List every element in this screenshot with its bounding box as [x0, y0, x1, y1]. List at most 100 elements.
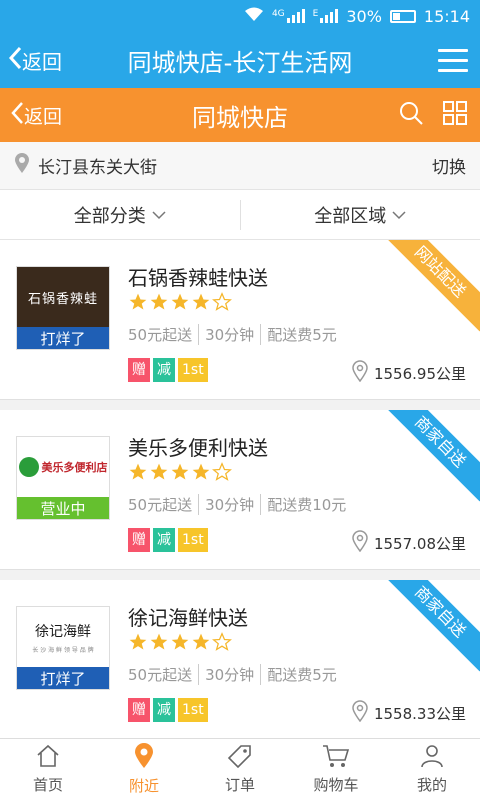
- shop-card[interactable]: 石锅香辣蛙 打烊了 石锅香辣蛙快送 50元起送 30分钟 配送费5元 赠 减 1…: [0, 240, 480, 400]
- shop-card[interactable]: 美乐多便利店 营业中 美乐多便利快送 50元起送 30分钟 配送费10元 赠 减…: [0, 410, 480, 570]
- tag-icon: [227, 744, 253, 772]
- shop-name: 徐记海鲜快送: [128, 606, 248, 630]
- nav-cart-label: 购物车: [313, 776, 359, 794]
- storefront-image: 石锅香辣蛙: [17, 267, 109, 327]
- delivery-type-ribbon: 商家自送: [380, 410, 480, 502]
- top-bar: 返回 同城快店-长汀生活网: [0, 32, 480, 88]
- nav-me-label: 我的: [416, 776, 447, 794]
- shop-logo-image: 徐记海鲜 长 沙 海 鲜 领 导 品 牌: [17, 607, 109, 667]
- wifi-icon: [244, 6, 264, 26]
- delivery-type-ribbon: 商家自送: [380, 580, 480, 672]
- rating-stars: [128, 632, 232, 656]
- signal-icon-2: E: [313, 9, 339, 23]
- delivery-type-ribbon: 网站配送: [380, 240, 480, 332]
- shop-status-badge: 打烊了: [17, 667, 109, 689]
- top-back-button[interactable]: 返回: [0, 46, 90, 75]
- star-empty-icon: [212, 462, 232, 486]
- star-filled-icon: [128, 292, 148, 316]
- tag-first-order: 1st: [178, 528, 208, 552]
- location-pin-icon: [352, 700, 368, 726]
- category-filter[interactable]: 全部分类: [0, 202, 240, 228]
- promo-tags: 赠 减 1st: [128, 528, 208, 552]
- shop-logo: 美乐多便利店 营业中: [16, 436, 110, 520]
- delivery-time: 30分钟: [199, 324, 262, 345]
- nav-me[interactable]: 我的: [384, 739, 480, 800]
- nav-orders[interactable]: 订单: [192, 739, 288, 800]
- filter-bar: 全部分类 全部区域: [0, 190, 480, 240]
- nav-nearby-label: 附近: [128, 777, 159, 795]
- status-bar: 4G E 30% 15:14: [0, 0, 480, 32]
- shop-meta: 50元起送 30分钟 配送费10元: [128, 494, 352, 515]
- star-filled-icon: [128, 462, 148, 486]
- tag-discount: 减: [153, 698, 175, 722]
- nav-home-label: 首页: [32, 776, 63, 794]
- top-back-label: 返回: [22, 49, 62, 74]
- distance-value: 1557.08公里: [373, 534, 466, 553]
- nav-cart[interactable]: 购物车: [288, 739, 384, 800]
- network-type-e: E: [312, 9, 319, 19]
- delivery-fee: 配送费5元: [267, 666, 337, 684]
- star-empty-icon: [212, 632, 232, 656]
- nav-nearby[interactable]: 附近: [96, 739, 192, 800]
- tag-first-order: 1st: [178, 358, 208, 382]
- delivery-time: 30分钟: [199, 494, 262, 515]
- promo-tags: 赠 减 1st: [128, 698, 208, 722]
- category-filter-label: 全部分类: [73, 205, 146, 227]
- star-filled-icon: [191, 632, 211, 656]
- sub-header-bar: 返回 同城快店: [0, 88, 480, 142]
- star-empty-icon: [212, 292, 232, 316]
- rating-stars: [128, 292, 232, 316]
- grid-view-icon[interactable]: [442, 100, 468, 130]
- shop-meta: 50元起送 30分钟 配送费5元: [128, 324, 343, 345]
- star-filled-icon: [128, 632, 148, 656]
- cart-icon: [322, 744, 350, 772]
- leaf-logo-icon: [18, 457, 39, 477]
- rating-stars: [128, 462, 232, 486]
- star-filled-icon: [149, 292, 169, 316]
- nav-orders-label: 订单: [224, 776, 255, 794]
- signal-icon: 4G: [272, 9, 305, 23]
- shop-logo-image: 美乐多便利店: [17, 437, 109, 497]
- chevron-down-icon: [152, 204, 166, 225]
- sub-back-button[interactable]: 返回: [0, 101, 90, 130]
- location-bar: 长汀县东关大街 切换: [0, 142, 480, 190]
- star-filled-icon: [191, 462, 211, 486]
- logo-text: 美乐多便利店: [41, 461, 108, 474]
- switch-location-button[interactable]: 切换: [432, 153, 466, 178]
- star-filled-icon: [170, 632, 190, 656]
- logo-text: 徐记海鲜: [35, 623, 91, 640]
- star-filled-icon: [149, 632, 169, 656]
- star-filled-icon: [170, 462, 190, 486]
- battery-percent: 30%: [346, 6, 382, 26]
- chevron-left-icon: [10, 101, 24, 130]
- shop-distance: 1556.95公里: [352, 360, 466, 386]
- location-pin-icon: [134, 743, 154, 773]
- search-icon[interactable]: [398, 100, 424, 130]
- nav-home[interactable]: 首页: [0, 739, 96, 800]
- distance-value: 1556.95公里: [373, 364, 466, 383]
- shop-status-badge: 营业中: [17, 497, 109, 519]
- min-order: 50元起送: [128, 494, 200, 515]
- tag-first-order: 1st: [178, 698, 208, 722]
- clock: 15:14: [423, 6, 470, 26]
- tag-discount: 减: [153, 358, 175, 382]
- star-filled-icon: [191, 292, 211, 316]
- shop-list: 石锅香辣蛙 打烊了 石锅香辣蛙快送 50元起送 30分钟 配送费5元 赠 减 1…: [0, 240, 480, 740]
- region-filter[interactable]: 全部区域: [241, 202, 480, 228]
- shop-status-badge: 打烊了: [17, 327, 109, 349]
- shop-card[interactable]: 徐记海鲜 长 沙 海 鲜 领 导 品 牌 打烊了 徐记海鲜快送 50元起送 30…: [0, 580, 480, 740]
- star-filled-icon: [170, 292, 190, 316]
- bottom-nav: 首页 附近 订单 购物车 我的: [0, 738, 480, 800]
- shop-logo: 徐记海鲜 长 沙 海 鲜 领 导 品 牌 打烊了: [16, 606, 110, 690]
- star-filled-icon: [149, 462, 169, 486]
- tag-discount: 减: [153, 528, 175, 552]
- location-pin-icon: [14, 152, 30, 179]
- hamburger-menu-icon[interactable]: [438, 48, 468, 72]
- shop-meta: 50元起送 30分钟 配送费5元: [128, 664, 343, 685]
- logo-text: 石锅香辣蛙: [27, 291, 98, 307]
- battery-icon: [389, 9, 416, 23]
- shop-name: 美乐多便利快送: [128, 436, 268, 460]
- delivery-fee: 配送费10元: [267, 496, 347, 514]
- min-order: 50元起送: [128, 324, 200, 345]
- home-icon: [35, 744, 61, 772]
